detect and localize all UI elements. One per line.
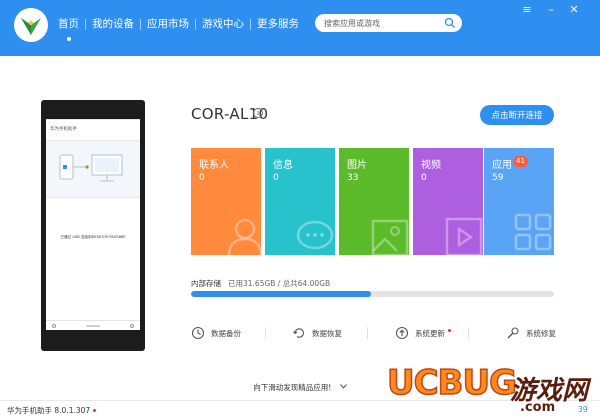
update-dot bbox=[448, 328, 451, 332]
tool-label: 数据备份 bbox=[211, 328, 241, 338]
phone-preview: 华为手机助手 已通过 USB 连接到DESKTOP-PACR88E bbox=[41, 100, 145, 351]
restore-button[interactable]: 数据恢复 bbox=[292, 325, 342, 341]
tool-label: 系统修复 bbox=[526, 328, 556, 338]
apps-icon bbox=[514, 213, 552, 251]
watermark-logo: UCBUG 游戏网 .com bbox=[386, 360, 600, 420]
update-icon bbox=[395, 326, 409, 340]
tile-label: 视频 bbox=[421, 160, 441, 171]
phone-screen: 华为手机助手 已通过 USB 连接到DESKTOP-PACR88E bbox=[46, 119, 140, 330]
main-nav: 首页 我的设备 应用市场 游戏中心 更多服务 bbox=[52, 15, 305, 41]
tile-count: 33 bbox=[347, 173, 359, 183]
scroll-hint-text: 向下滑动发现精品应用! bbox=[253, 383, 332, 392]
app-logo bbox=[14, 8, 48, 42]
top-bar: 首页 我的设备 应用市场 游戏中心 更多服务 ≡ – ✕ bbox=[0, 0, 600, 56]
disconnect-button[interactable]: 点击断开连接 bbox=[480, 105, 554, 125]
storage-progress-bar bbox=[191, 291, 554, 297]
tile-apps[interactable]: 应用 41 59 bbox=[484, 148, 554, 255]
version-label: 华为手机助手 8.0.1.307 bbox=[7, 405, 97, 416]
tile-label: 图片 bbox=[347, 160, 367, 171]
tile-contacts[interactable]: 联系人 0 bbox=[191, 148, 261, 255]
connection-message: 已通过 USB 连接到DESKTOP-PACR88E bbox=[60, 235, 126, 239]
menu-icon[interactable]: ≡ bbox=[520, 3, 534, 17]
search-input[interactable] bbox=[324, 16, 442, 30]
tile-pictures[interactable]: 图片 33 bbox=[339, 148, 409, 255]
tile-count: 0 bbox=[421, 173, 427, 183]
tool-divider bbox=[367, 327, 368, 339]
tool-divider bbox=[468, 327, 469, 339]
close-icon[interactable]: ✕ bbox=[567, 3, 581, 17]
update-button[interactable]: 系统更新 bbox=[395, 325, 451, 341]
minimize-icon[interactable]: – bbox=[544, 3, 558, 17]
storage-label: 内部存储 bbox=[191, 279, 221, 288]
tile-messages[interactable]: 信息 0 bbox=[265, 148, 335, 255]
tile-videos[interactable]: 视频 0 bbox=[413, 148, 483, 255]
nav-my-devices[interactable]: 我的设备 bbox=[86, 15, 140, 33]
backup-icon bbox=[191, 326, 205, 340]
version-dot bbox=[93, 409, 97, 412]
search-icon[interactable] bbox=[444, 17, 456, 29]
nav-game-center[interactable]: 游戏中心 bbox=[196, 15, 250, 33]
version-text: 华为手机助手 8.0.1.307 bbox=[7, 406, 91, 415]
tile-label: 应用 bbox=[492, 160, 512, 171]
storage-progress-fill bbox=[191, 291, 371, 297]
phone-recent-icon bbox=[130, 324, 134, 328]
tile-count: 0 bbox=[273, 173, 279, 183]
nav-more-services[interactable]: 更多服务 bbox=[251, 15, 305, 33]
storage-detail: 已用31.65GB / 总共64.00GB bbox=[228, 279, 331, 288]
search-box bbox=[315, 14, 462, 32]
tile-label: 联系人 bbox=[199, 160, 229, 171]
phone-home-indicator bbox=[86, 325, 100, 327]
phone-back-icon bbox=[52, 324, 56, 328]
repair-icon bbox=[507, 327, 519, 339]
restore-icon bbox=[293, 328, 304, 338]
info-icon[interactable]: i bbox=[253, 108, 263, 118]
connection-illustration bbox=[46, 140, 140, 198]
page-indicator: 39 bbox=[578, 405, 588, 414]
nav-home[interactable]: 首页 bbox=[52, 15, 85, 41]
tile-count: 0 bbox=[199, 173, 205, 183]
video-icon bbox=[445, 217, 483, 255]
tool-label: 系统更新 bbox=[415, 328, 445, 338]
watermark-domain: .com bbox=[520, 400, 556, 415]
tile-count: 59 bbox=[492, 173, 504, 183]
backup-button[interactable]: 数据备份 bbox=[191, 325, 241, 341]
update-badge: 41 bbox=[513, 156, 528, 167]
tool-label: 数据恢复 bbox=[312, 328, 342, 338]
nav-app-market[interactable]: 应用市场 bbox=[141, 15, 195, 33]
message-icon bbox=[296, 220, 334, 250]
repair-button[interactable]: 系统修复 bbox=[506, 325, 556, 341]
phone-app-title: 华为手机助手 bbox=[50, 127, 77, 132]
contact-icon bbox=[227, 218, 261, 255]
picture-icon bbox=[371, 219, 409, 255]
watermark-brand: UCBUG bbox=[386, 362, 518, 404]
phone-nav-bar bbox=[46, 320, 140, 330]
chevron-down-icon bbox=[339, 384, 347, 389]
tool-divider bbox=[265, 327, 266, 339]
tile-label: 信息 bbox=[273, 160, 293, 171]
